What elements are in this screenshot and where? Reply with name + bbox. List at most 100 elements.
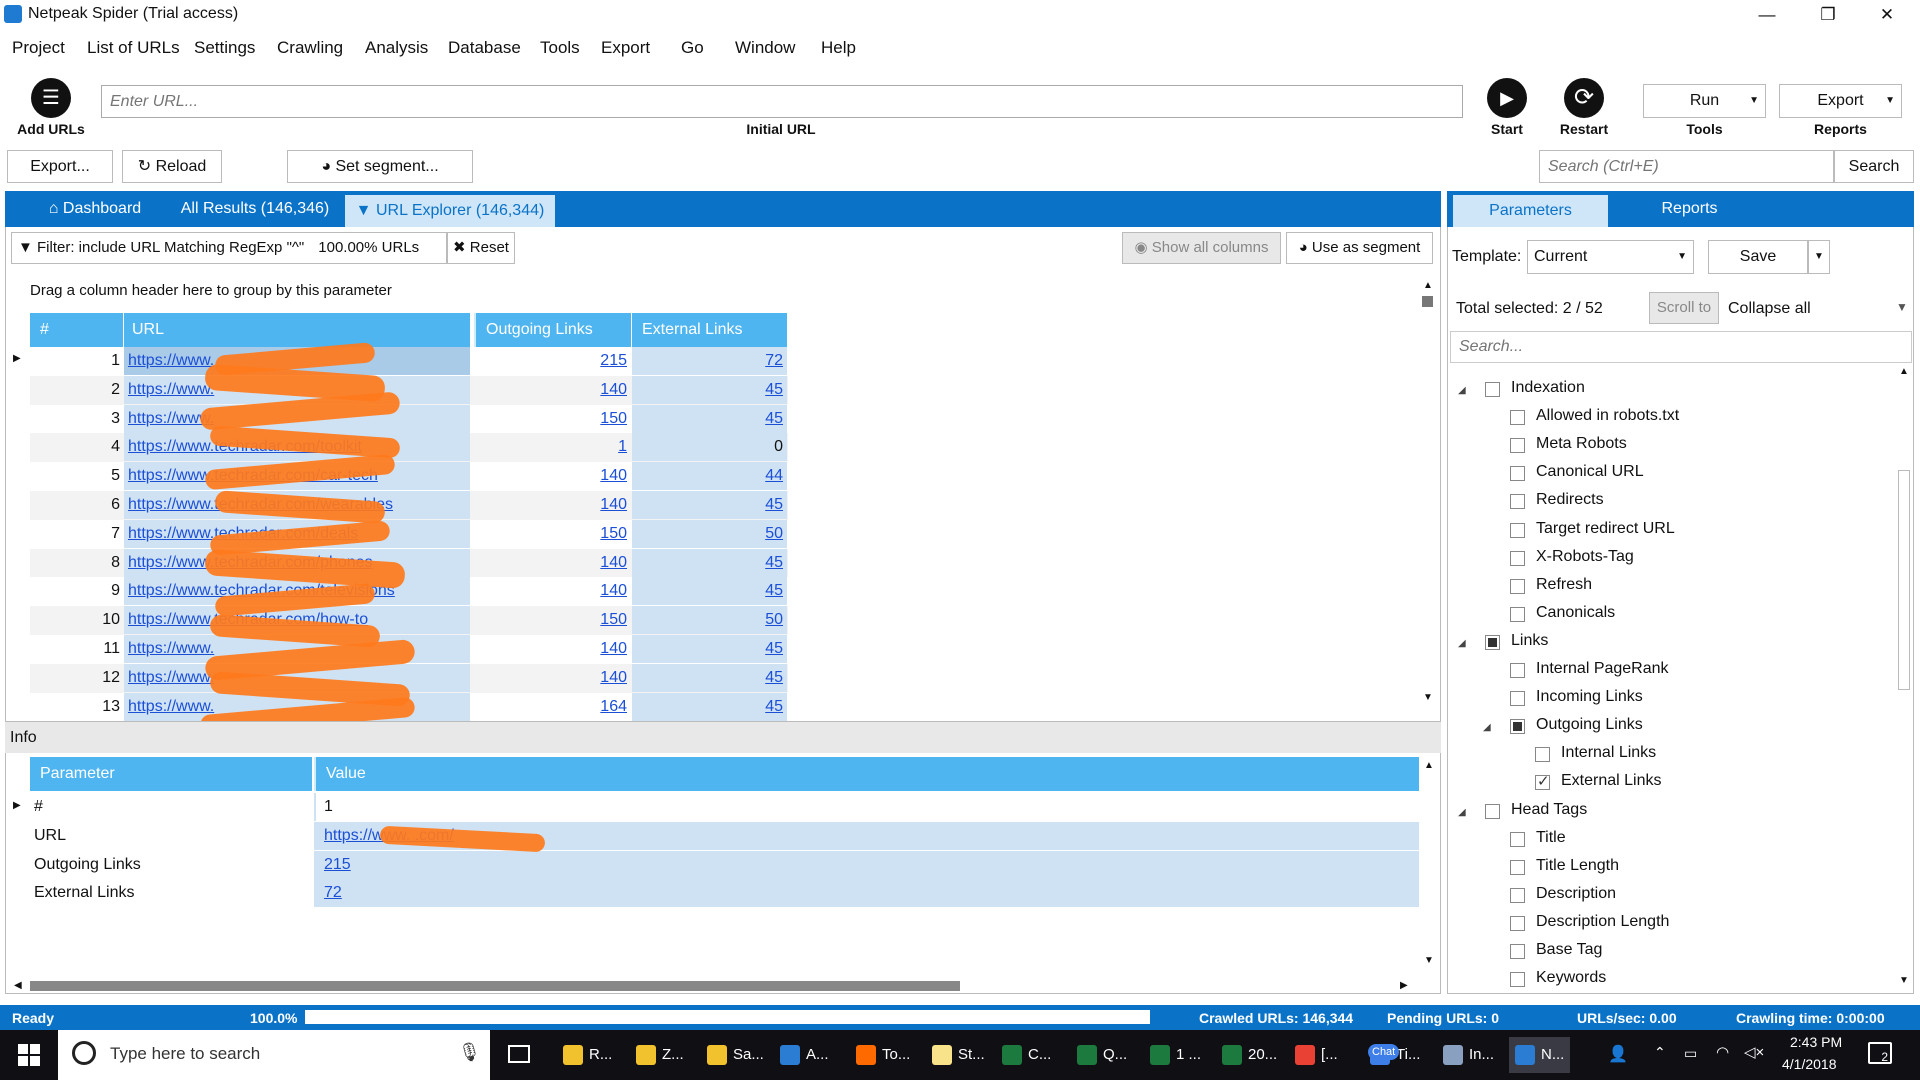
scroll-thumb[interactable] [1422, 296, 1433, 307]
cell-external-links[interactable]: 45 [632, 548, 787, 577]
tree-item-label[interactable]: Incoming Links [1536, 688, 1643, 706]
wifi-icon[interactable]: ◠ [1716, 1043, 1729, 1061]
tree-checkbox[interactable] [1510, 578, 1525, 594]
tree-checkbox[interactable] [1510, 972, 1525, 988]
info-col-parameter[interactable]: Parameter [30, 757, 312, 791]
tree-checkbox[interactable] [1510, 831, 1525, 847]
url-input[interactable] [101, 85, 1463, 118]
template-select[interactable]: Current ▼ [1527, 240, 1694, 274]
expand-arrow-icon[interactable]: ◢ [1458, 638, 1466, 649]
menu-list-of-urls[interactable]: List of URLs [87, 38, 180, 58]
taskbar-app[interactable]: Sa... [707, 1037, 764, 1073]
tab-url-explorer[interactable]: ▼ URL Explorer (146,344) [345, 195, 555, 227]
menu-analysis[interactable]: Analysis [365, 38, 428, 58]
use-as-segment-button[interactable]: ◕ Use as segment [1286, 232, 1433, 264]
cell-outgoing-links[interactable]: 140 [474, 664, 631, 692]
menu-database[interactable]: Database [448, 38, 521, 58]
menu-project[interactable]: Project [12, 38, 65, 58]
tree-checkbox[interactable] [1510, 944, 1525, 959]
reload-button[interactable]: ↻ Reload [122, 150, 222, 183]
taskbar-app[interactable]: 20... [1222, 1037, 1277, 1073]
col-header-number[interactable]: # [30, 313, 123, 347]
cell-external-links[interactable]: 50 [632, 606, 787, 635]
taskbar-app[interactable]: N... [1509, 1037, 1571, 1073]
tree-checkbox[interactable] [1535, 772, 1550, 791]
scroll-up-icon[interactable]: ▲ [1423, 280, 1433, 291]
cell-outgoing-links[interactable]: 140 [474, 635, 631, 663]
cell-external-links[interactable]: 45 [632, 692, 787, 721]
scroll-left-icon[interactable]: ◀ [14, 980, 22, 991]
tree-item-label[interactable]: Refresh [1536, 576, 1592, 594]
cell-outgoing-links[interactable]: 164 [474, 693, 631, 721]
col-header-outgoing-links[interactable]: Outgoing Links [474, 313, 631, 347]
taskbar-app[interactable]: 1 ... [1150, 1037, 1201, 1073]
tree-item-label[interactable]: External Links [1561, 772, 1662, 790]
cell-outgoing-links[interactable]: 215 [474, 347, 631, 375]
tree-scroll-down-icon[interactable]: ▼ [1899, 975, 1909, 986]
clock-date[interactable]: 4/1/2018 [1782, 1056, 1837, 1072]
tree-checkbox[interactable] [1510, 887, 1525, 903]
cell-outgoing-links[interactable]: 150 [474, 520, 631, 548]
tree-item-label[interactable]: Canonical URL [1536, 463, 1644, 481]
people-icon[interactable]: 👤 [1608, 1044, 1628, 1064]
cell-outgoing-links[interactable]: 150 [474, 606, 631, 634]
cell-external-links[interactable]: 45 [632, 577, 787, 606]
set-segment-button[interactable]: ◕ Set segment... [287, 150, 473, 183]
horizontal-scrollbar[interactable]: ◀ ▶ [14, 980, 1414, 992]
windows-start-icon[interactable] [18, 1044, 40, 1066]
menu-window[interactable]: Window [735, 38, 795, 58]
results-scrollbar[interactable]: ▲ ▼ [1420, 280, 1436, 705]
tree-checkbox[interactable] [1510, 438, 1525, 454]
info-value[interactable]: 215 [314, 850, 1419, 879]
tree-item-label[interactable]: Redirects [1536, 491, 1604, 509]
cell-external-links[interactable]: 50 [632, 519, 787, 548]
taskbar-app[interactable]: In... [1443, 1037, 1494, 1073]
expand-arrow-icon[interactable]: ◢ [1483, 722, 1491, 733]
cell-outgoing-links[interactable]: 1 [474, 433, 631, 461]
taskbar-app[interactable]: Q... [1077, 1037, 1127, 1073]
tree-checkbox[interactable] [1510, 915, 1525, 931]
tree-item-label[interactable]: Head Tags [1511, 801, 1587, 819]
tab-parameters[interactable]: Parameters [1453, 195, 1608, 227]
cell-outgoing-links[interactable]: 140 [474, 491, 631, 519]
cell-outgoing-links[interactable]: 140 [474, 549, 631, 577]
tree-item-label[interactable]: Keywords [1536, 969, 1606, 987]
maximize-button[interactable]: ❐ [1805, 0, 1851, 29]
tree-item-label[interactable]: Canonicals [1536, 604, 1615, 622]
cell-outgoing-links[interactable]: 150 [474, 405, 631, 433]
tree-scrollbar[interactable]: ▲ ▼ [1896, 366, 1912, 992]
cell-external-links[interactable]: 45 [632, 404, 787, 433]
taskbar-app[interactable]: Z... [636, 1037, 684, 1073]
run-dropdown[interactable]: Run ▼ [1643, 84, 1766, 118]
cell-external-links[interactable]: 45 [632, 663, 787, 692]
hscroll-thumb[interactable] [30, 981, 960, 991]
taskbar-app[interactable]: R... [563, 1037, 612, 1073]
taskbar-app[interactable]: St... [932, 1037, 985, 1073]
tray-chevron-up-icon[interactable]: ⌃ [1654, 1044, 1666, 1061]
tree-checkbox[interactable] [1510, 663, 1525, 678]
tree-item-label[interactable]: Target redirect URL [1536, 520, 1675, 538]
parameters-search-input[interactable] [1450, 331, 1912, 363]
tree-item-label[interactable]: Internal PageRank [1536, 660, 1669, 678]
minimize-button[interactable]: — [1744, 0, 1790, 29]
col-header-url[interactable]: URL [124, 313, 470, 347]
info-col-value[interactable]: Value [314, 757, 1419, 791]
tree-item-label[interactable]: Meta Robots [1536, 435, 1627, 453]
tree-item-label[interactable]: Links [1511, 632, 1548, 650]
tree-item-label[interactable]: Allowed in robots.txt [1536, 407, 1679, 425]
collapse-all-button[interactable]: Collapse all [1728, 300, 1811, 318]
tree-checkbox[interactable] [1485, 803, 1500, 819]
info-value[interactable]: 72 [314, 879, 1419, 908]
tree-checkbox[interactable] [1510, 550, 1525, 566]
taskbar-app[interactable]: A... [780, 1037, 829, 1073]
tree-checkbox[interactable] [1510, 606, 1525, 622]
taskbar-app[interactable]: [... [1295, 1037, 1338, 1073]
tree-checkbox[interactable] [1535, 747, 1550, 763]
expand-arrow-icon[interactable]: ◢ [1458, 385, 1466, 396]
tree-checkbox[interactable] [1510, 494, 1525, 510]
cell-external-links[interactable]: 72 [632, 347, 787, 375]
info-scroll-down-icon[interactable]: ▼ [1424, 955, 1434, 966]
tree-item-label[interactable]: Title Length [1536, 857, 1619, 875]
save-dropdown-chevron-icon[interactable]: ▼ [1808, 240, 1830, 274]
menu-export[interactable]: Export [601, 38, 650, 58]
